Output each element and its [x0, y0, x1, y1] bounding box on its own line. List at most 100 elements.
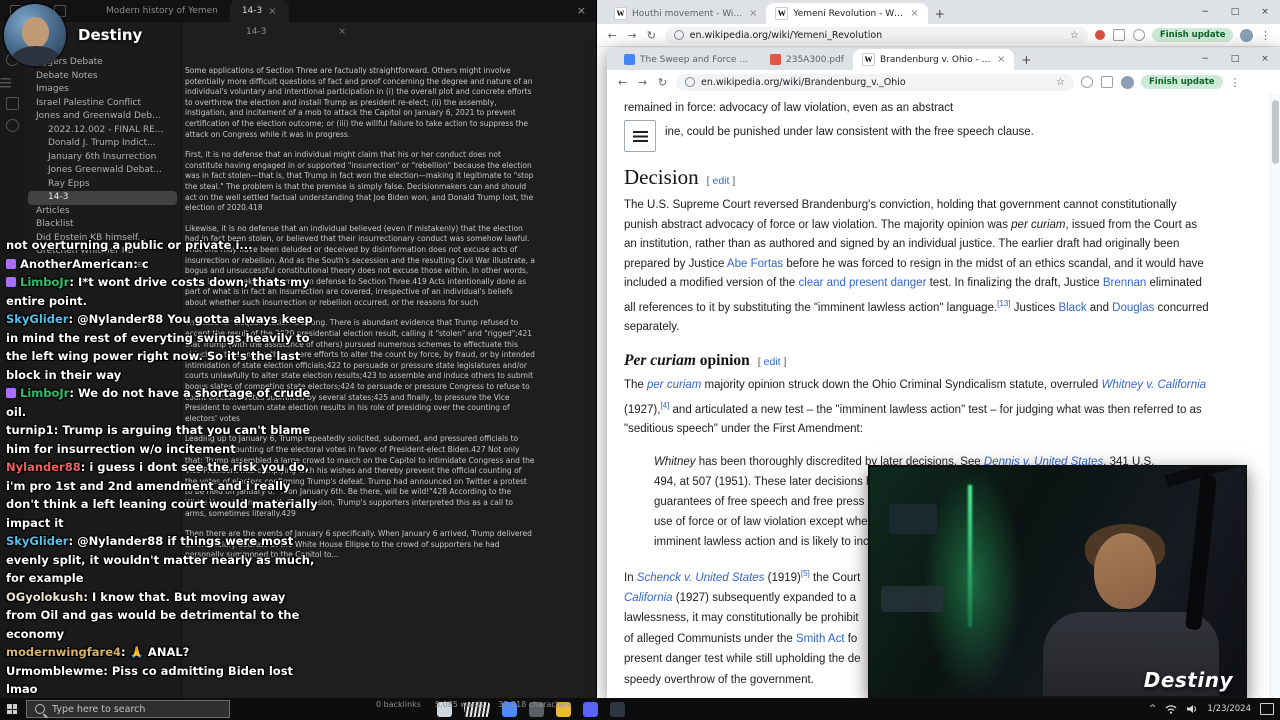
- chat-message: not overturning a public or private i...: [6, 236, 318, 255]
- chat-username[interactable]: SkyGlider: [6, 534, 68, 548]
- obsidian-tab[interactable]: 14-3 ×: [229, 0, 289, 22]
- tree-item[interactable]: Debate Notes: [24, 70, 181, 84]
- site-info-icon[interactable]: [685, 77, 695, 87]
- new-tab-button[interactable]: +: [935, 8, 945, 20]
- edit-section: [ edit ]: [706, 175, 736, 187]
- browser-menu-icon[interactable]: ⋮: [1230, 76, 1241, 89]
- tree-item[interactable]: Blacklist: [24, 218, 181, 232]
- command-icon[interactable]: [5, 119, 19, 132]
- tab-close-icon[interactable]: ×: [910, 8, 918, 19]
- recording-extension-icon[interactable]: [1094, 30, 1105, 40]
- chat-username[interactable]: OGyolokush: [6, 590, 83, 604]
- tab-close-icon[interactable]: ×: [997, 54, 1005, 65]
- close-button[interactable]: ×: [1250, 0, 1280, 24]
- finish-update-button[interactable]: Finish update: [1141, 75, 1223, 89]
- bookmark-star-icon[interactable]: ☆: [1070, 30, 1079, 41]
- browser-tab[interactable]: The Sweep and Force of Sectio...: [615, 49, 761, 70]
- tree-item[interactable]: Donald J. Trump Indict...: [24, 137, 181, 151]
- maximize-button[interactable]: □: [1220, 48, 1250, 70]
- tab-close-icon[interactable]: ×: [268, 6, 276, 17]
- edit-link[interactable]: edit: [764, 356, 781, 368]
- scrollbar-thumb[interactable]: [1272, 100, 1279, 164]
- tree-item[interactable]: 14-3: [28, 191, 177, 205]
- obsidian-tab[interactable]: Modern history of Yemen: [94, 0, 230, 22]
- chat-username[interactable]: Urmomblewme: [6, 664, 103, 678]
- tab-favicon: [770, 54, 781, 65]
- extension-icon[interactable]: [1101, 76, 1113, 88]
- back-icon[interactable]: ←: [616, 76, 629, 89]
- chat-username[interactable]: SkyGlider: [6, 312, 68, 326]
- webcam-logo: Destiny: [1143, 668, 1233, 692]
- minimize-button[interactable]: −: [1190, 48, 1220, 70]
- bookmark-star-icon[interactable]: ☆: [1056, 77, 1065, 88]
- tree-item[interactable]: Images: [24, 83, 181, 97]
- address-bar[interactable]: en.wikipedia.org/wiki/Yemeni_Revolution …: [664, 26, 1088, 44]
- forward-icon[interactable]: →: [636, 76, 649, 89]
- reload-icon[interactable]: ↻: [656, 76, 669, 89]
- browser-tab[interactable]: W Brandenburg v. Ohio - Wikipe... ×: [852, 49, 1015, 70]
- start-button[interactable]: [0, 704, 24, 714]
- address-bar[interactable]: en.wikipedia.org/wiki/Brandenburg_v._Ohi…: [676, 73, 1074, 91]
- chat-message: AnotherAmerican: c: [6, 255, 318, 274]
- reload-icon[interactable]: ↻: [645, 29, 658, 42]
- system-tray: ^ 1/23/2024: [1149, 698, 1274, 720]
- new-tab-button[interactable]: +: [1021, 54, 1031, 66]
- per-curiam-paragraph[interactable]: The per curiam majority opinion struck d…: [624, 376, 1213, 439]
- backlinks-count[interactable]: 0 backlinks: [376, 700, 421, 709]
- taskbar-search[interactable]: Type here to search: [26, 700, 230, 718]
- site-info-icon[interactable]: [673, 30, 684, 40]
- tree-item[interactable]: Ray Epps: [24, 178, 181, 192]
- edit-link[interactable]: edit: [713, 175, 730, 187]
- tree-item[interactable]: Articles: [24, 205, 181, 219]
- tray-chevron-icon[interactable]: ^: [1149, 704, 1157, 714]
- forward-icon[interactable]: →: [626, 29, 639, 42]
- article-fragment-line: ine, could be punished under law consist…: [665, 126, 1034, 138]
- window-close-icon[interactable]: ×: [577, 0, 586, 22]
- extension-icon[interactable]: [1112, 29, 1125, 41]
- chat-username[interactable]: LimboJr: [20, 386, 69, 400]
- profile-icon[interactable]: [1121, 75, 1134, 89]
- media-app-icon[interactable]: [610, 701, 625, 717]
- tree-item[interactable]: Jones and Greenwald Deb...: [24, 110, 181, 124]
- chat-username[interactable]: AnotherAmerican: [20, 257, 133, 271]
- chat-username[interactable]: turnip1: [6, 423, 54, 437]
- back-icon[interactable]: ←: [606, 29, 619, 42]
- decision-paragraph[interactable]: The U.S. Supreme Court reversed Brandenb…: [624, 196, 1213, 337]
- document-paragraph: First, it is no defense that an individu…: [185, 150, 534, 213]
- chat-username[interactable]: modernwingfare4: [6, 645, 121, 659]
- browser-tab[interactable]: W Houthi movement - Wikipedia ×: [605, 3, 766, 24]
- text-segment: [5]: [800, 568, 810, 578]
- tree-item[interactable]: 2022.12.002 - FINAL RE...: [24, 124, 181, 138]
- search-placeholder: Type here to search: [52, 703, 146, 715]
- extension-icons: [1094, 29, 1145, 41]
- browser-tab[interactable]: W Yemeni Revolution - Wikipedia ×: [766, 3, 928, 24]
- tab-close-icon[interactable]: ×: [749, 8, 757, 19]
- text-segment: per curiam: [1011, 218, 1066, 231]
- extension-icon[interactable]: [1081, 76, 1093, 88]
- scrollbar[interactable]: [1270, 94, 1280, 698]
- finish-update-button[interactable]: Finish update: [1151, 28, 1234, 42]
- wifi-icon[interactable]: [1165, 704, 1177, 714]
- chat-text: 🙏 ANAL?: [129, 645, 190, 659]
- chat-app-icon[interactable]: [583, 701, 598, 717]
- volume-icon[interactable]: [1186, 704, 1198, 714]
- bookmarks-icon[interactable]: [0, 78, 11, 88]
- taskbar-clock[interactable]: 1/23/2024: [1207, 704, 1251, 714]
- minimize-button[interactable]: −: [1190, 0, 1220, 24]
- graph-icon[interactable]: [5, 97, 19, 110]
- tree-item[interactable]: Israel Palestine Conflict: [24, 97, 181, 111]
- action-center-icon[interactable]: [1260, 703, 1274, 715]
- profile-icon[interactable]: [1240, 28, 1254, 42]
- tab-label: 235A300.pdf: [786, 54, 844, 65]
- pane-close-icon[interactable]: ×: [338, 22, 346, 42]
- tree-item[interactable]: Jones Greenwald Debat...: [24, 164, 181, 178]
- chat-username[interactable]: LimboJr: [20, 275, 69, 289]
- chat-username[interactable]: Nylander88: [6, 460, 81, 474]
- browser-menu-icon[interactable]: ⋮: [1260, 29, 1271, 42]
- tree-item[interactable]: January 6th Insurrection: [24, 151, 181, 165]
- toc-menu-button[interactable]: [624, 120, 656, 152]
- extension-icon[interactable]: [1132, 29, 1145, 41]
- maximize-button[interactable]: □: [1220, 0, 1250, 24]
- close-button[interactable]: ×: [1250, 48, 1280, 70]
- browser-tab[interactable]: 235A300.pdf: [761, 49, 853, 70]
